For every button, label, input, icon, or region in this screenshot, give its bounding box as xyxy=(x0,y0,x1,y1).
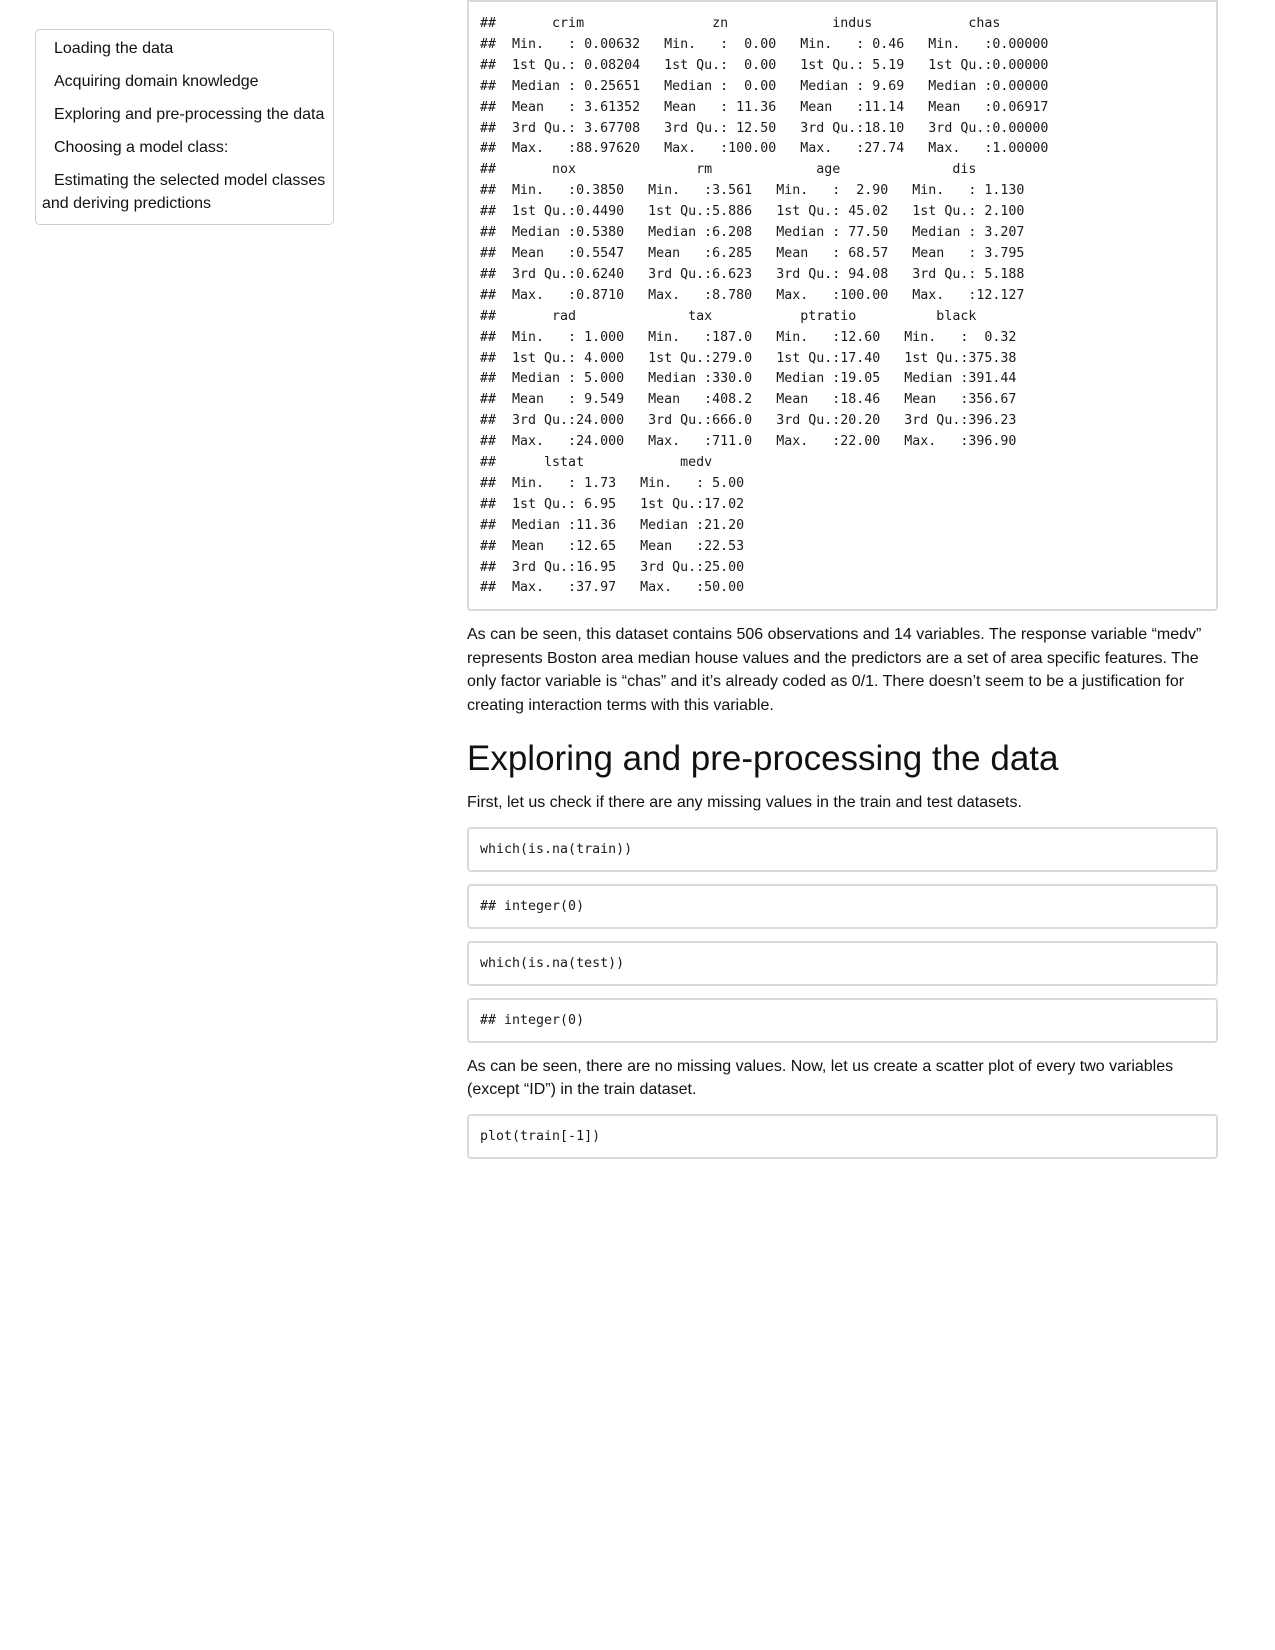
summary-output-line: ## 1st Qu.: 6.95 1st Qu.:17.02 xyxy=(480,496,761,512)
summary-output-line: ## Min. : 1.73 Min. : 5.00 xyxy=(480,475,761,491)
missing-values-intro-paragraph: First, let us check if there are any mis… xyxy=(467,794,1022,812)
code-plot-train: plot(train[-1]) xyxy=(467,1113,1218,1159)
code-na-train: which(is.na(train)) xyxy=(467,826,1218,872)
summary-output-line: ## Median :0.5380 Median :6.208 Median :… xyxy=(480,225,1041,241)
summary-output-line: ## 1st Qu.:0.4490 1st Qu.:5.886 1st Qu.:… xyxy=(480,204,1041,220)
toc-item-exploring-data[interactable]: Exploring and pre-processing the data xyxy=(36,98,333,131)
summary-output-line: ## 3rd Qu.:16.95 3rd Qu.:25.00 xyxy=(480,559,761,575)
summary-output-line: ## Mean :0.5547 Mean :6.285 Mean : 68.57… xyxy=(480,245,1041,261)
toc-item-loading-data[interactable]: Loading the data xyxy=(36,32,333,65)
code-na-test: which(is.na(test)) xyxy=(467,940,1218,986)
section-heading-exploring: Exploring and pre-processing the data xyxy=(467,739,1059,779)
summary-output-line: ## Max. :24.000 Max. :711.0 Max. :22.00 … xyxy=(480,434,1033,450)
toc-item-choosing-model[interactable]: Choosing a model class: xyxy=(36,131,333,164)
main-content: ## crim zn indus chas ## Min. : 0.00632 … xyxy=(467,0,1218,1171)
no-missing-values-paragraph: As can be seen, there are no missing val… xyxy=(467,1057,1174,1099)
summary-output-line: ## Mean :12.65 Mean :22.53 xyxy=(480,538,761,554)
summary-output-line: ## crim zn indus chas xyxy=(480,16,1065,31)
summary-output-line: ## 1st Qu.: 4.000 1st Qu.:279.0 1st Qu.:… xyxy=(480,350,1033,366)
summary-output-line: ## Mean : 3.61352 Mean : 11.36 Mean :11.… xyxy=(480,99,1065,115)
toc-item-estimating-models[interactable]: Estimating the selected model classes an… xyxy=(36,164,333,220)
summary-output-line: ## Median : 0.25651 Median : 0.00 Median… xyxy=(480,78,1065,94)
output-na-test: ## integer(0) xyxy=(467,997,1218,1043)
summary-output-line: ## 3rd Qu.:24.000 3rd Qu.:666.0 3rd Qu.:… xyxy=(480,413,1033,429)
summary-output-line: ## Median :11.36 Median :21.20 xyxy=(480,517,761,533)
summary-output-line: ## Median : 5.000 Median :330.0 Median :… xyxy=(480,371,1033,387)
summary-output-line: ## Max. :0.8710 Max. :8.780 Max. :100.00… xyxy=(480,287,1041,303)
summary-output-line: ## 3rd Qu.:0.6240 3rd Qu.:6.623 3rd Qu.:… xyxy=(480,266,1041,282)
summary-output-line: ## rad tax ptratio black xyxy=(480,308,1033,324)
dataset-description-paragraph: As can be seen, this dataset contains 50… xyxy=(467,626,1202,714)
summary-output-line: ## Min. :0.3850 Min. :3.561 Min. : 2.90 … xyxy=(480,183,1041,199)
summary-output-line: ## 3rd Qu.: 3.67708 3rd Qu.: 12.50 3rd Q… xyxy=(480,120,1065,136)
summary-output-line: ## Min. : 0.00632 Min. : 0.00 Min. : 0.4… xyxy=(480,36,1065,52)
summary-output-line: ## 1st Qu.: 0.08204 1st Qu.: 0.00 1st Qu… xyxy=(480,57,1065,73)
summary-output-line: ## Mean : 9.549 Mean :408.2 Mean :18.46 … xyxy=(480,392,1033,408)
summary-output-line: ## Max. :37.97 Max. :50.00 xyxy=(480,580,761,596)
output-na-train: ## integer(0) xyxy=(467,883,1218,929)
summary-output-line: ## lstat medv xyxy=(480,455,761,471)
summary-output-line: ## Min. : 1.000 Min. :187.0 Min. :12.60 … xyxy=(480,329,1033,345)
summary-output-line: ## Max. :88.97620 Max. :100.00 Max. :27.… xyxy=(480,141,1065,157)
summary-output-block: ## crim zn indus chas ## Min. : 0.00632 … xyxy=(467,0,1218,612)
table-of-contents: Loading the data Acquiring domain knowle… xyxy=(35,29,334,225)
summary-output-line: ## nox rm age dis xyxy=(480,162,1041,178)
toc-item-domain-knowledge[interactable]: Acquiring domain knowledge xyxy=(36,65,333,98)
